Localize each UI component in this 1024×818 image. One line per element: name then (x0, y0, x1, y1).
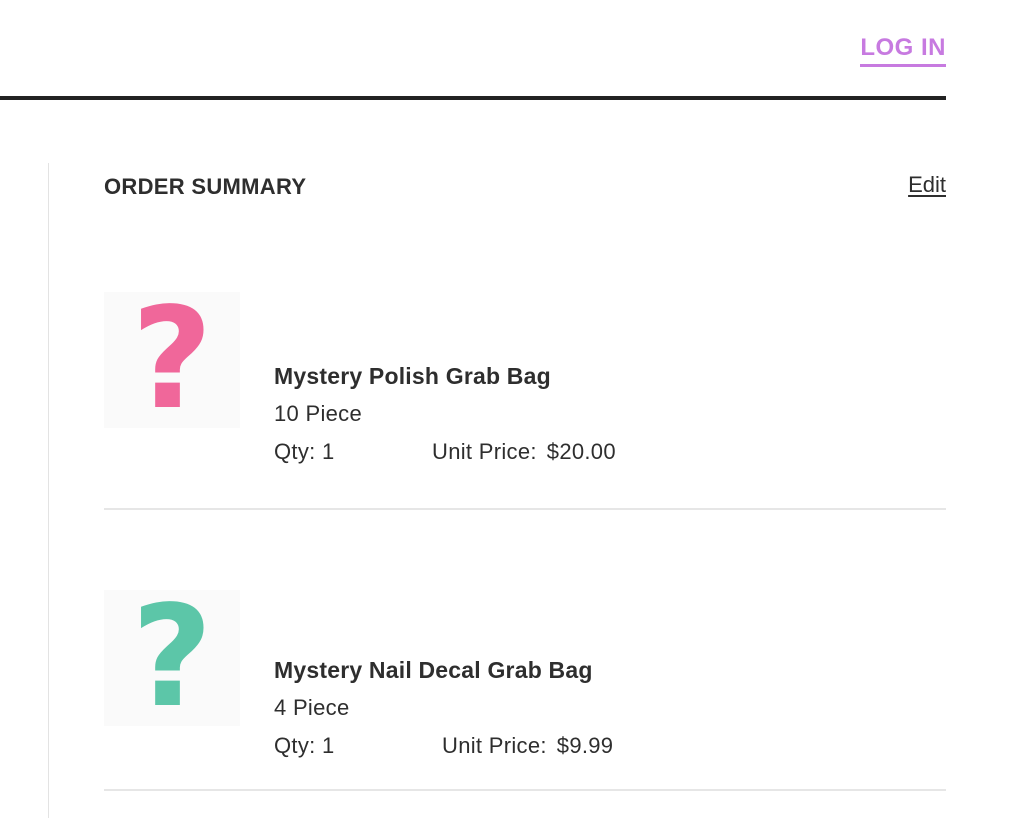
product-meta: Qty: 1 Unit Price: $20.00 (274, 438, 616, 466)
order-item: ? Mystery Polish Grab Bag 10 Piece Qty: … (104, 216, 946, 510)
order-item-details: Mystery Polish Grab Bag 10 Piece Qty: 1 U… (274, 362, 616, 466)
product-quantity: Qty: 1 (274, 439, 335, 464)
edit-cart-link[interactable]: Edit (908, 172, 946, 198)
unit-price-label: Unit Price: (442, 733, 547, 758)
header-divider (0, 96, 946, 100)
product-quantity: Qty: 1 (274, 733, 335, 758)
login-link[interactable]: LOG IN (860, 34, 946, 67)
product-name: Mystery Nail Decal Grab Bag (274, 657, 593, 683)
product-thumbnail: ? (104, 278, 240, 441)
order-summary: ORDER SUMMARY Edit ? Mystery Polish Grab… (104, 160, 946, 791)
order-item: ? Mystery Nail Decal Grab Bag 4 Piece Qt… (104, 510, 946, 791)
column-divider (48, 163, 49, 818)
unit-price-value: $9.99 (556, 733, 614, 758)
order-summary-title: ORDER SUMMARY (104, 174, 307, 199)
product-variant: 4 Piece (274, 695, 350, 720)
product-name: Mystery Polish Grab Bag (274, 363, 551, 389)
checkout-page: LOG IN ORDER SUMMARY Edit ? Mystery Poli… (0, 0, 1024, 818)
order-summary-header: ORDER SUMMARY Edit (104, 160, 946, 216)
product-thumbnail: ? (104, 576, 240, 739)
product-meta: Qty: 1 Unit Price: $9.99 (274, 732, 613, 760)
question-mark-icon: ? (131, 576, 213, 739)
question-mark-icon: ? (131, 278, 213, 441)
order-item-details: Mystery Nail Decal Grab Bag 4 Piece Qty:… (274, 656, 613, 760)
unit-price-label: Unit Price: (432, 439, 537, 464)
unit-price-value: $20.00 (546, 439, 616, 464)
product-variant: 10 Piece (274, 401, 363, 426)
